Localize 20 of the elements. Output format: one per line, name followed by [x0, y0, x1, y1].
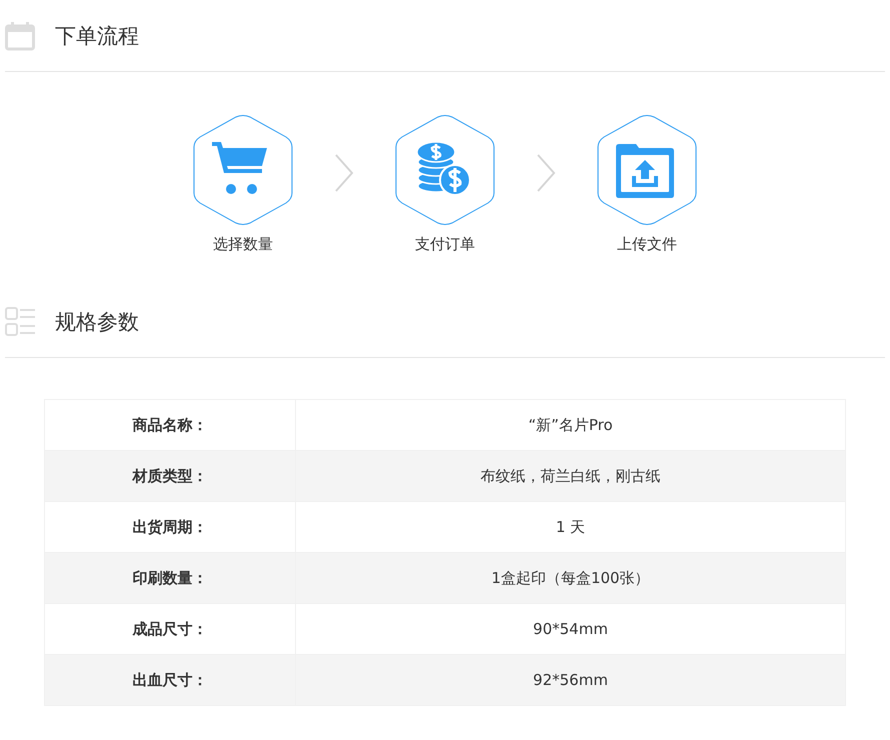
step-label: 选择数量 — [213, 235, 273, 254]
section-title: 规格参数 — [55, 308, 139, 336]
spec-value-cell: 92*56mm — [296, 654, 846, 706]
upload-folder-icon — [616, 144, 674, 198]
calendar-icon — [5, 20, 35, 50]
spec-label-cell: 出血尺寸： — [44, 654, 296, 706]
coins-icon — [416, 141, 471, 196]
step-label: 上传文件 — [617, 235, 677, 254]
spec-label-cell: 印刷数量： — [44, 552, 296, 604]
spec-label-cell: 商品名称： — [44, 400, 296, 450]
chevron-right-icon — [334, 154, 354, 192]
section-title: 下单流程 — [55, 22, 139, 50]
list-icon — [5, 306, 35, 336]
step-label: 支付订单 — [415, 235, 475, 254]
spec-value-cell: “新”名片Pro — [296, 400, 846, 450]
chevron-right-icon — [536, 154, 556, 192]
spec-value-cell: 1盒起印（每盒100张） — [296, 552, 846, 604]
spec-label-cell: 材质类型： — [44, 450, 296, 502]
spec-value-cell: 布纹纸，荷兰白纸，刚古纸 — [296, 450, 846, 502]
cart-icon — [212, 142, 267, 194]
